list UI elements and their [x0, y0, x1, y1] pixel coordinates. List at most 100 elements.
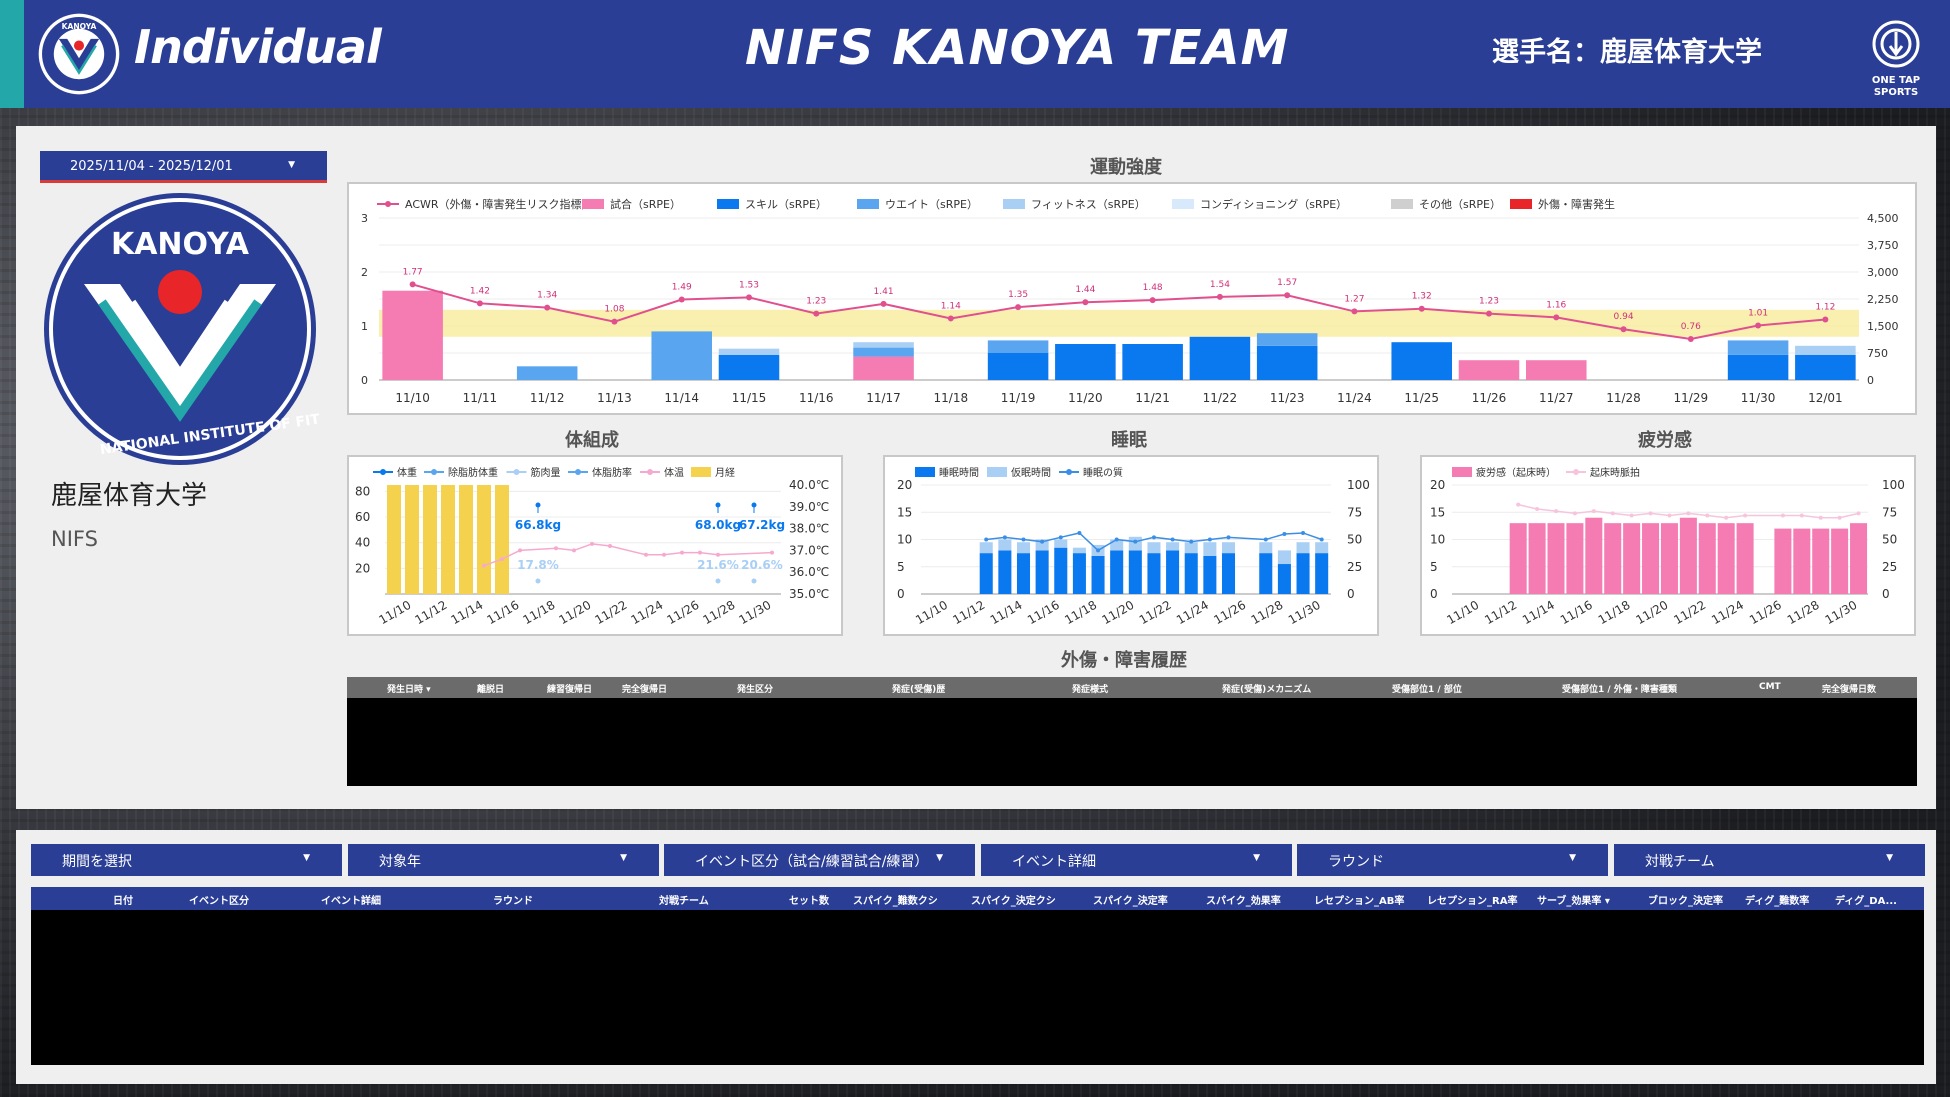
- injury-col-header[interactable]: 受傷部位1 / 外傷・障害種類: [1562, 682, 1677, 695]
- match-col-header[interactable]: スパイク_効果率: [1206, 892, 1281, 907]
- fatigue-bar: [1660, 523, 1678, 594]
- fatigue-bar: [1509, 523, 1527, 594]
- acwr-value-label: 1.14: [941, 301, 961, 311]
- x-tick-label: 11/14: [988, 598, 1025, 627]
- x-tick-label: 11/16: [1025, 598, 1062, 627]
- pulse-point: [1780, 513, 1785, 518]
- temperature-point: [716, 552, 720, 557]
- y-left-tick: 10: [1430, 533, 1445, 547]
- injury-col-header[interactable]: 発症様式: [1072, 682, 1108, 695]
- menstruation-bar: [495, 485, 509, 594]
- fatigue-bar: [1604, 523, 1622, 594]
- pulse-point: [1554, 509, 1558, 514]
- injury-col-header[interactable]: 離脱日: [477, 682, 504, 695]
- injury-col-header[interactable]: 練習復帰日: [547, 682, 592, 695]
- filter-dropdown[interactable]: 対戦チーム ▼: [1614, 844, 1925, 876]
- sleep-quality-point: [1282, 532, 1287, 537]
- sleep-quality-point: [1133, 539, 1138, 544]
- legend-dot: [1573, 469, 1579, 475]
- y-right-tick: 3,000: [1867, 266, 1899, 279]
- y-right-tick: 75: [1882, 505, 1897, 519]
- injury-col-header[interactable]: 発生日時 ▾: [387, 682, 431, 695]
- legend-dot: [380, 469, 386, 475]
- nap-bar: [1184, 542, 1198, 554]
- acwr-point: [947, 315, 954, 322]
- filter-dropdown[interactable]: イベント詳細 ▼: [981, 844, 1292, 876]
- temperature-point: [554, 546, 558, 551]
- acwr-value-label: 1.42: [470, 286, 490, 296]
- match-table-body[interactable]: [31, 910, 1924, 1065]
- acwr-value-label: 0.76: [1681, 322, 1701, 332]
- fatigue-bar: [1736, 523, 1754, 594]
- legend-label: 試合（sRPE）: [610, 197, 681, 211]
- filter-dropdown[interactable]: 期間を選択 ▼: [31, 844, 342, 876]
- y-right-tick: 0: [1867, 374, 1874, 387]
- match-col-header[interactable]: ディグ_DA...: [1835, 892, 1897, 907]
- x-tick-label: 11/11: [463, 391, 498, 405]
- bar-スキル（sRPE）: [1256, 345, 1318, 380]
- match-col-header[interactable]: スパイク_決定率: [1093, 892, 1168, 907]
- y-right-tick: 0: [1882, 587, 1890, 601]
- bar-フィットネス（sRPE）: [1795, 345, 1856, 355]
- match-col-header[interactable]: スパイク_難数クシ: [853, 892, 938, 907]
- match-col-header[interactable]: セット数: [789, 892, 829, 907]
- match-col-header[interactable]: 日付: [113, 892, 133, 907]
- filter-dropdown[interactable]: ラウンド ▼: [1297, 844, 1608, 876]
- injury-col-header[interactable]: 完全復帰日数: [1822, 682, 1876, 695]
- filter-label: 対象年: [379, 854, 421, 870]
- injury-col-header[interactable]: 発症(受傷)メカニズム: [1222, 682, 1311, 695]
- acwr-value-label: 1.57: [1277, 278, 1297, 288]
- y-right-tick: 0: [1347, 587, 1355, 601]
- sleep-quality-point: [1002, 535, 1007, 540]
- match-col-header[interactable]: 対戦チーム: [659, 892, 709, 907]
- filter-dropdown[interactable]: 対象年 ▼: [348, 844, 659, 876]
- x-tick-label: 12/01: [1808, 391, 1843, 405]
- legend-label: コンディショニング（sRPE）: [1200, 197, 1347, 211]
- pulse-point: [1516, 502, 1521, 507]
- svg-text:KANOYA: KANOYA: [111, 227, 250, 262]
- x-tick-label: 11/30: [1741, 391, 1776, 405]
- injury-col-header[interactable]: 発症(受傷)歴: [892, 682, 945, 695]
- nap-bar: [1315, 542, 1329, 554]
- x-tick-label: 11/28: [701, 598, 738, 627]
- match-col-header[interactable]: イベント区分: [189, 892, 249, 907]
- acwr-value-label: 1.44: [1075, 285, 1095, 295]
- legend-label: 筋肉量: [531, 466, 561, 479]
- injury-col-header[interactable]: 受傷部位1 / 部位: [1392, 682, 1462, 695]
- acwr-point: [1216, 293, 1223, 300]
- y-right-tick: 1,500: [1867, 320, 1899, 333]
- injury-col-header[interactable]: 発生区分: [737, 682, 773, 695]
- y-right-tick: 40.0℃: [789, 478, 829, 492]
- match-col-header[interactable]: ブロック_決定率: [1648, 892, 1723, 907]
- date-range-selector[interactable]: 2025/11/04 - 2025/12/01 ▼: [40, 151, 327, 183]
- match-col-header[interactable]: サーブ_効果率 ▾: [1537, 892, 1610, 907]
- match-col-header[interactable]: ラウンド: [493, 892, 533, 907]
- y-right-tick: 37.0℃: [789, 543, 829, 557]
- injury-table-body[interactable]: [347, 698, 1917, 786]
- injury-col-header[interactable]: 完全復帰日: [622, 682, 667, 695]
- filter-dropdown[interactable]: イベント区分（試合/練習試合/練習） ▼: [664, 844, 975, 876]
- team-name-en: NIFS: [51, 527, 98, 551]
- sleep-quality-point: [1114, 537, 1119, 542]
- legend-label: その他（sRPE）: [1419, 198, 1501, 211]
- bar-ウエイト（sRPE）: [516, 366, 578, 380]
- injury-col-header[interactable]: CMT: [1759, 682, 1781, 692]
- match-col-header[interactable]: イベント詳細: [321, 892, 381, 907]
- legend-label: ウエイト（sRPE）: [885, 198, 978, 211]
- match-col-header[interactable]: レセプション_RA率: [1427, 892, 1517, 907]
- legend-swatch: [1452, 467, 1472, 477]
- pulse-point: [1610, 511, 1615, 516]
- brand-line1: ONE TAP: [1871, 75, 1921, 86]
- legend-dot: [647, 469, 653, 475]
- pulse-point: [1667, 513, 1672, 518]
- sleep-bar: [979, 553, 993, 594]
- match-col-header[interactable]: レセプション_AB率: [1314, 892, 1404, 907]
- acwr-value-label: 1.23: [1479, 297, 1499, 307]
- fatigue-title: 疲労感: [1638, 430, 1692, 451]
- acwr-value-label: 1.08: [604, 305, 624, 315]
- fatigue-bar: [1850, 523, 1868, 594]
- legend-label: 睡眠の質: [1083, 466, 1123, 479]
- y-right-tick: 35.0℃: [789, 587, 829, 601]
- match-col-header[interactable]: ディグ_難数率: [1745, 892, 1809, 907]
- match-col-header[interactable]: スパイク_決定クシ: [971, 892, 1056, 907]
